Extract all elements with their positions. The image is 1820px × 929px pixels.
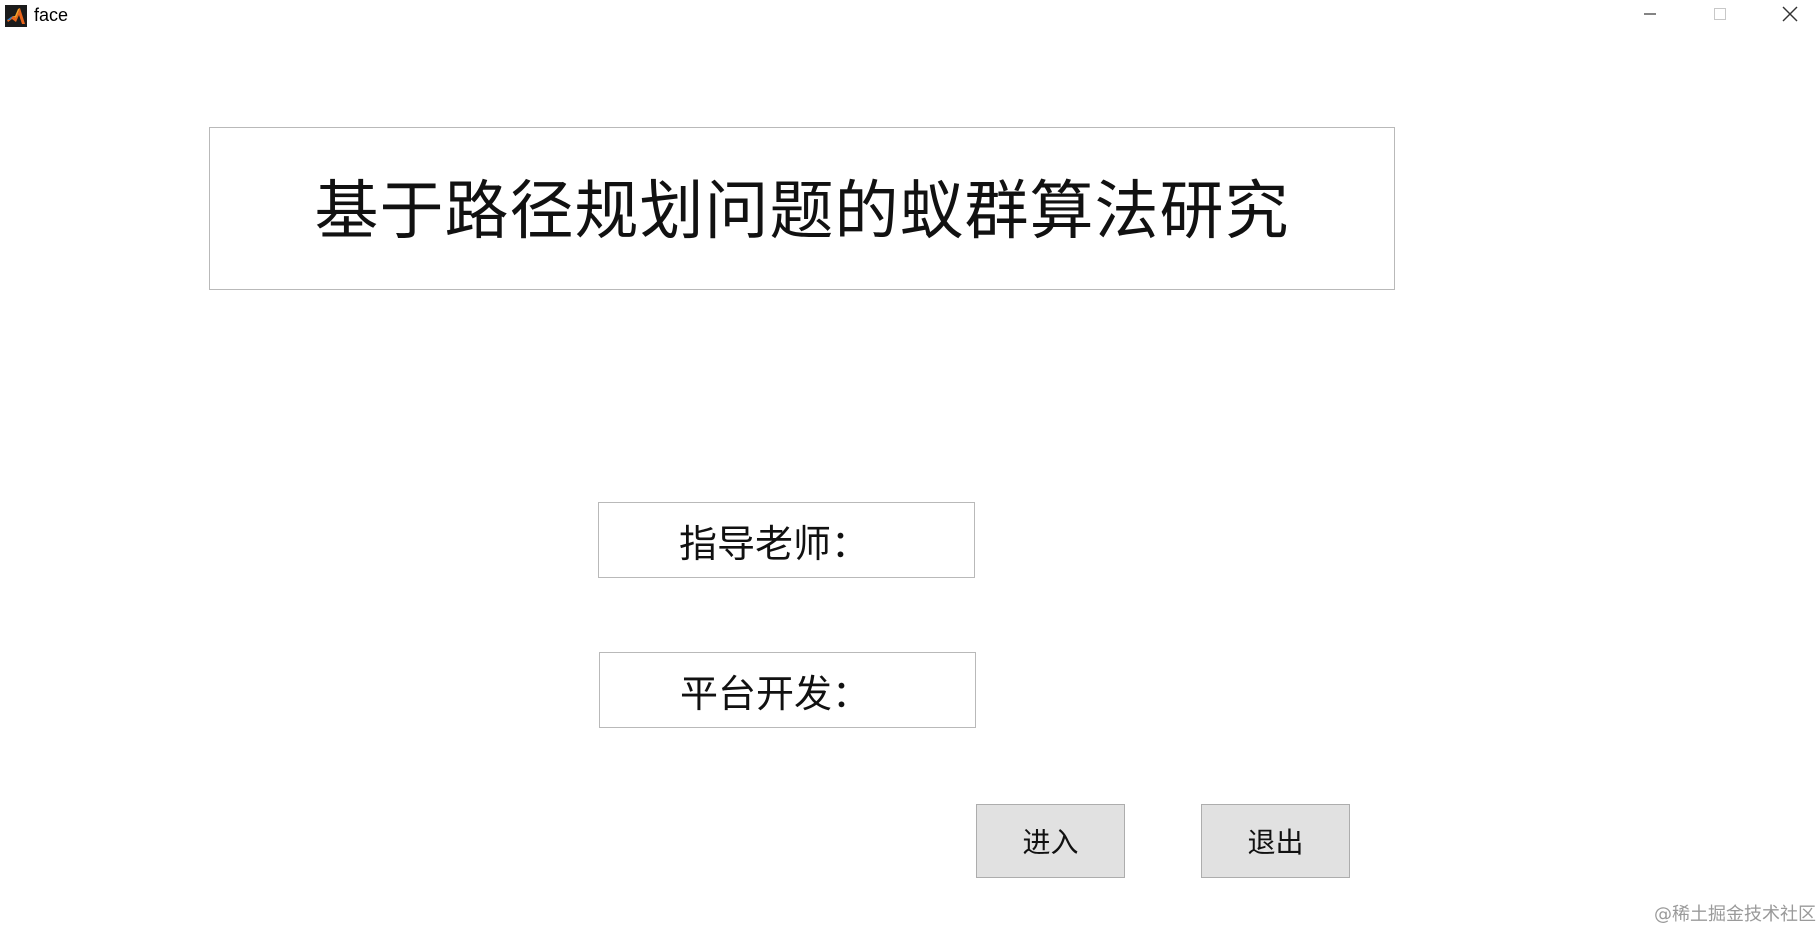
maximize-button[interactable]: [1685, 0, 1755, 32]
matlab-icon: [5, 5, 27, 27]
orange-swoosh-icon: [1548, 922, 1572, 929]
window-title: face: [34, 5, 69, 25]
title-bar[interactable]: face: [0, 0, 1820, 32]
advisor-label: 指导老师：: [679, 521, 870, 566]
minimize-button[interactable]: [1615, 0, 1685, 32]
page-title: 基于路径规划问题的蚁群算法研究: [314, 174, 1290, 249]
watermark: @稀土掘金技术社区: [1654, 904, 1816, 925]
heading-panel: 基于路径规划问题的蚁群算法研究: [209, 127, 1395, 290]
close-button[interactable]: [1755, 0, 1820, 32]
platform-box: 平台开发：: [599, 652, 976, 728]
maximize-icon: [1712, 6, 1728, 26]
platform-label: 平台开发：: [680, 671, 871, 716]
enter-button[interactable]: 进入: [976, 804, 1125, 878]
app-window: face 基于路径规划问题的蚁群算法研究 指导老师： 平台开发： 进入 退出 @…: [0, 0, 1820, 929]
advisor-box: 指导老师：: [598, 502, 975, 578]
minimize-icon: [1642, 6, 1658, 26]
exit-button[interactable]: 退出: [1201, 804, 1350, 878]
close-icon: [1781, 5, 1799, 27]
